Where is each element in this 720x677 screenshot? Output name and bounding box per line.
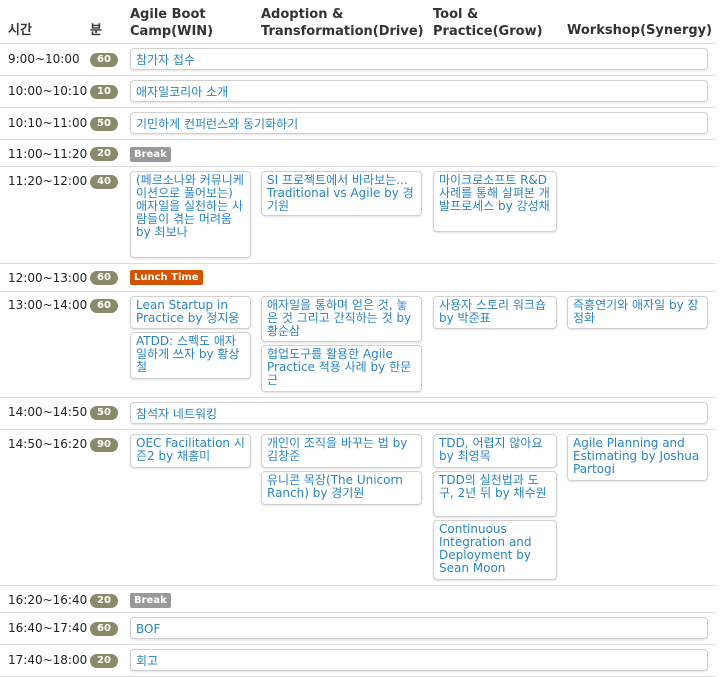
header-minutes: 분 bbox=[90, 23, 102, 38]
session-registration[interactable]: 참가자 접수 bbox=[130, 48, 708, 70]
row-divider bbox=[0, 429, 716, 430]
session-continuous-integration[interactable]: Continuous Integration and Deployment by… bbox=[433, 520, 557, 580]
row-divider bbox=[0, 166, 716, 167]
time-label: 9:00~10:00 bbox=[8, 52, 80, 66]
duration-badge: 60 bbox=[90, 299, 118, 313]
session-agile-korea-intro[interactable]: 애자일코리아 소개 bbox=[130, 80, 708, 102]
time-label: 13:00~14:00 bbox=[8, 298, 88, 312]
duration-badge: 20 bbox=[90, 147, 118, 161]
session-unicorn-ranch[interactable]: 유니콘 목장(The Unicorn Ranch) by 경기원 bbox=[261, 471, 422, 505]
time-label: 16:20~16:40 bbox=[8, 593, 88, 607]
row-divider bbox=[0, 139, 716, 140]
session-bof[interactable]: BOF bbox=[130, 617, 708, 639]
session-tdd-practice[interactable]: TDD의 실천법과 도구, 2년 뒤 by 채수원 bbox=[433, 471, 557, 517]
session-networking[interactable]: 참석자 네트워킹 bbox=[130, 402, 708, 424]
session-improv-agile[interactable]: 즉흥연기와 애자일 by 장정화 bbox=[567, 296, 708, 329]
time-label: 14:00~14:50 bbox=[8, 405, 88, 419]
session-keynote[interactable]: 기민하게 컨퍼런스와 동기화하기 bbox=[130, 112, 708, 134]
break-tag: Break bbox=[130, 147, 171, 162]
row-divider bbox=[0, 75, 716, 76]
header-track-grow: Tool & Practice(Grow) bbox=[433, 7, 543, 39]
session-lean-startup[interactable]: Lean Startup in Practice by 정지웅 bbox=[130, 296, 251, 329]
session-collaboration-tools[interactable]: 협업도구를 활용한 Agile Practice 적용 사례 by 한문근 bbox=[261, 345, 422, 392]
duration-badge: 50 bbox=[90, 117, 118, 131]
session-agile-lessons[interactable]: 애자일을 통하며 얻은 것, 놓은 것 그리고 간직하는 것 by 황순삼 bbox=[261, 296, 422, 342]
header-track-drive: Adoption & Transformation(Drive) bbox=[261, 7, 424, 39]
session-tdd-easy[interactable]: TDD, 어렵지 않아요 by 최영목 bbox=[433, 434, 557, 468]
duration-badge: 50 bbox=[90, 406, 118, 420]
row-divider bbox=[0, 107, 716, 108]
duration-badge: 60 bbox=[90, 622, 118, 636]
time-label: 12:00~13:00 bbox=[8, 271, 88, 285]
session-oec-facilitation[interactable]: OEC Facilitation 시즌2 by 채홍미 bbox=[130, 434, 251, 468]
time-label: 16:40~17:40 bbox=[8, 621, 88, 635]
time-label: 14:50~16:20 bbox=[8, 437, 88, 451]
time-label: 11:20~12:00 bbox=[8, 174, 88, 188]
time-label: 10:00~10:10 bbox=[8, 84, 88, 98]
session-changing-organization[interactable]: 개인이 조직을 바꾸는 법 by 김창준 bbox=[261, 434, 422, 468]
session-microsoft-rnd[interactable]: 마이크로소프트 R&D 사례를 통해 살펴본 개발프로세스 by 강성채 bbox=[433, 171, 557, 232]
duration-badge: 10 bbox=[90, 85, 118, 99]
row-divider bbox=[0, 397, 716, 398]
time-label: 11:00~11:20 bbox=[8, 147, 88, 161]
session-retrospective[interactable]: 회고 bbox=[130, 649, 708, 671]
header-track-win: Agile Boot Camp(WIN) bbox=[130, 7, 214, 39]
session-agile-planning[interactable]: Agile Planning and Estimating by Joshua … bbox=[567, 434, 708, 481]
time-label: 17:40~18:00 bbox=[8, 653, 88, 667]
session-persona-communication[interactable]: (페르소나와 커뮤니케이션으로 풀어보는) 애자일을 실천하는 사람들이 겪는 … bbox=[130, 171, 251, 258]
header-track-synergy: Workshop(Synergy) bbox=[567, 23, 713, 38]
duration-badge: 60 bbox=[90, 53, 118, 67]
header-time: 시간 bbox=[8, 23, 32, 38]
duration-badge: 40 bbox=[90, 175, 118, 189]
lunch-tag: Lunch Time bbox=[130, 270, 203, 285]
row-divider bbox=[0, 644, 716, 645]
time-label: 10:10~11:00 bbox=[8, 116, 88, 130]
session-si-traditional-vs-agile[interactable]: SI 프로젝트에서 바라보는... Traditional vs Agile b… bbox=[261, 171, 422, 216]
conference-schedule: 시간 분 Agile Boot Camp(WIN) Adoption & Tra… bbox=[0, 0, 720, 677]
duration-badge: 90 bbox=[90, 438, 118, 452]
session-user-story-workshop[interactable]: 사용자 스토리 워크숍 by 박준표 bbox=[433, 296, 557, 329]
row-divider bbox=[0, 585, 716, 586]
duration-badge: 20 bbox=[90, 594, 118, 608]
duration-badge: 20 bbox=[90, 654, 118, 668]
duration-badge: 60 bbox=[90, 271, 118, 285]
session-atdd[interactable]: ATDD: 스펙도 애자일하게 쓰자 by 황상철 bbox=[130, 332, 251, 379]
row-divider bbox=[0, 291, 716, 292]
row-divider bbox=[0, 43, 716, 44]
row-divider bbox=[0, 612, 716, 613]
row-divider bbox=[0, 263, 716, 264]
break-tag: Break bbox=[130, 593, 171, 608]
